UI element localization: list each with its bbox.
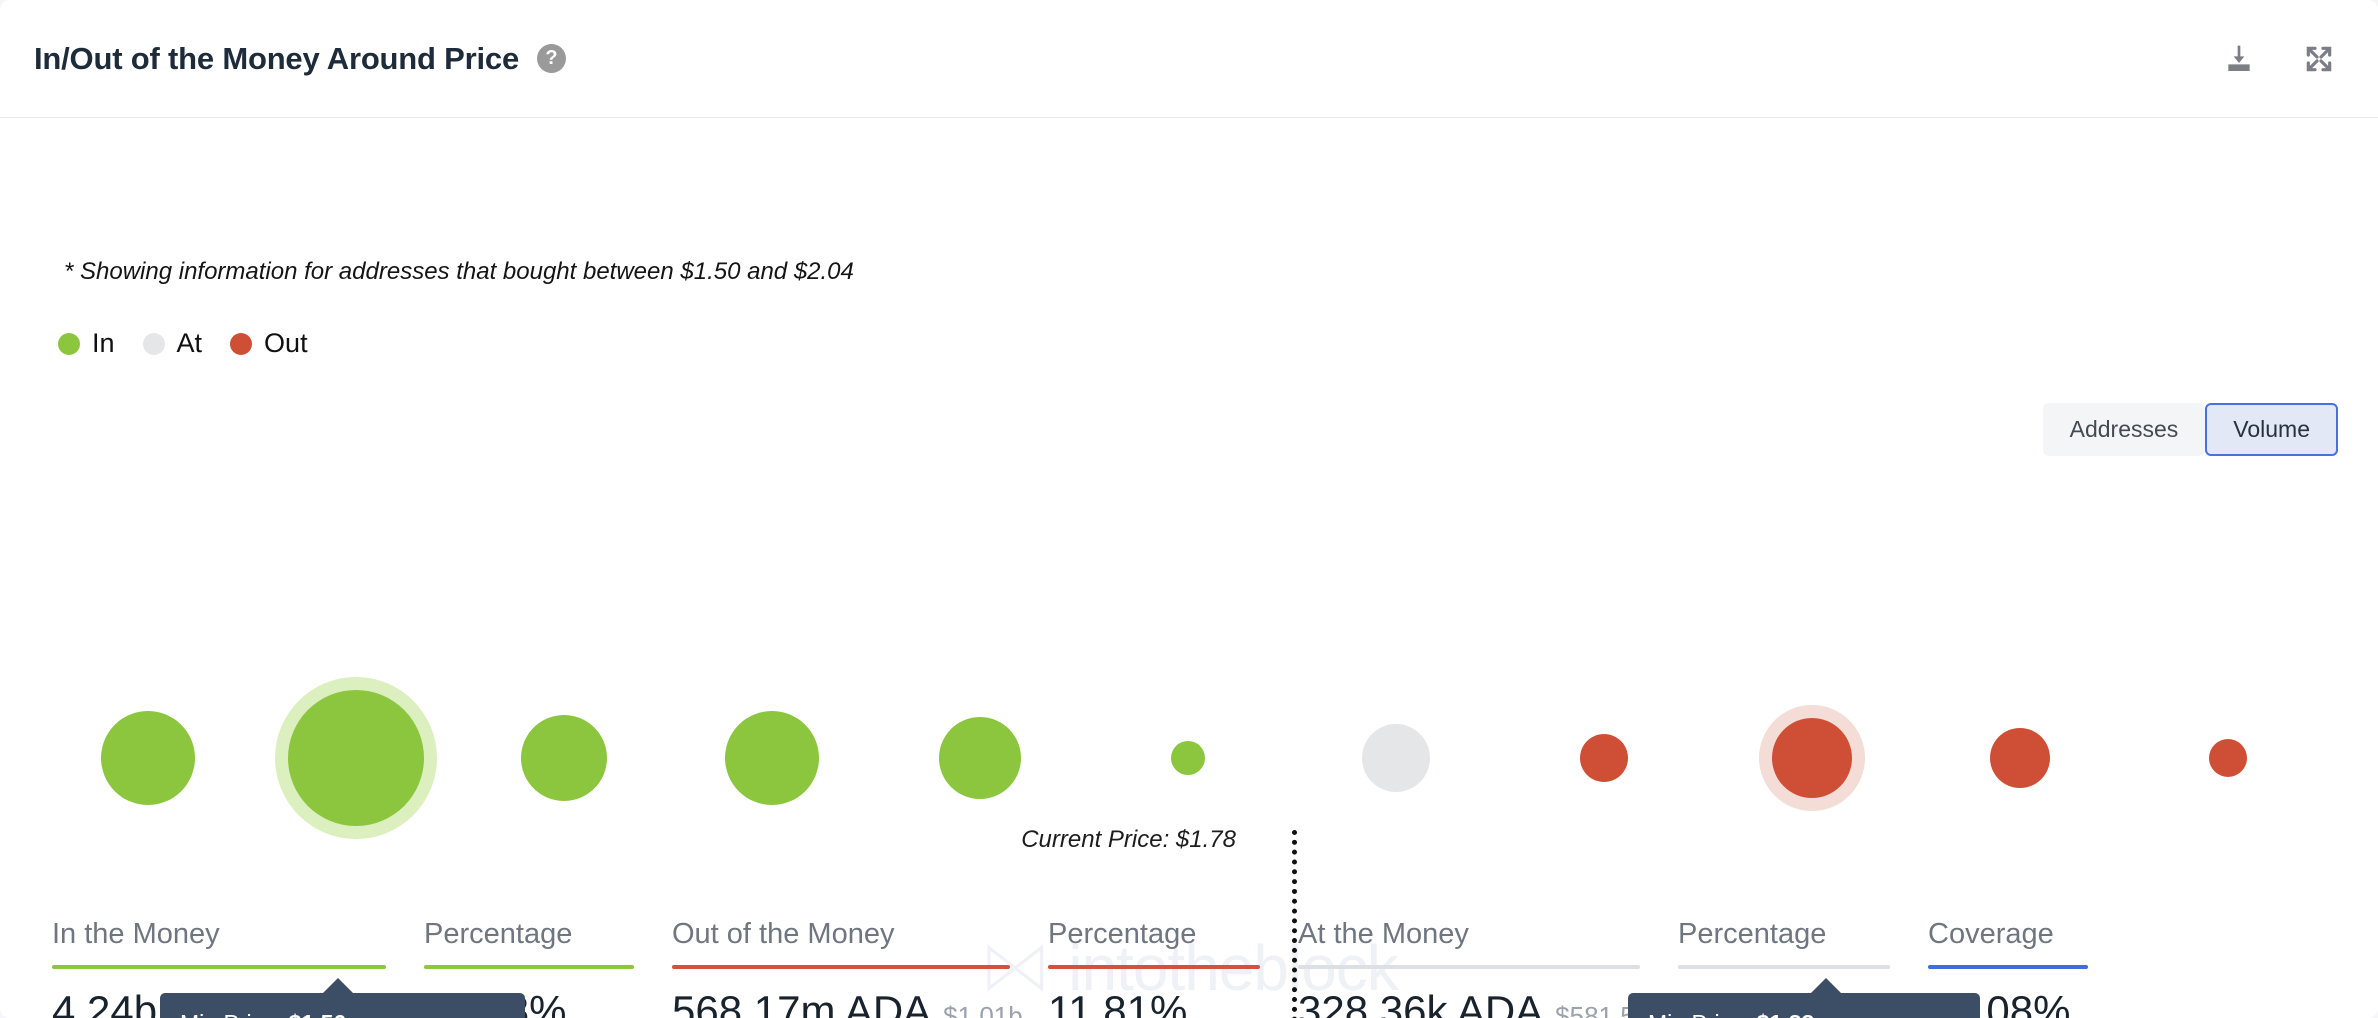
tooltip-bin-2: Min Price: $1.56 Max Price: $1.61 Averag… bbox=[160, 978, 525, 1018]
range-note: * Showing information for addresses that… bbox=[64, 258, 854, 285]
card-body: * Showing information for addresses that… bbox=[0, 118, 2378, 1018]
card-header: In/Out of the Money Around Price ? bbox=[0, 0, 2378, 118]
legend-label-at: At bbox=[176, 328, 203, 358]
bubble-out[interactable] bbox=[1772, 718, 1852, 798]
stat-value-row: 11.81% bbox=[1048, 987, 1298, 1018]
bubble-out[interactable] bbox=[2209, 739, 2247, 777]
stat-label: At the Money bbox=[1298, 918, 1469, 950]
tooltip-row-min-price: Min Price: $1.56 bbox=[180, 1007, 505, 1018]
bubble-in[interactable] bbox=[939, 717, 1021, 799]
bubble-in[interactable] bbox=[1171, 741, 1205, 775]
stat-label: Coverage bbox=[1928, 918, 2054, 950]
stat-label: Percentage bbox=[1048, 918, 1197, 950]
stat-label: Percentage bbox=[424, 918, 573, 950]
bubble-in[interactable] bbox=[725, 711, 819, 805]
stat-underline bbox=[1298, 965, 1640, 969]
expand-fullscreen-icon[interactable] bbox=[2302, 42, 2336, 76]
stat-subvalue: $1.01b bbox=[943, 1001, 1023, 1018]
stat-label: Percentage bbox=[1678, 918, 1827, 950]
legend-label-in: In bbox=[92, 328, 115, 358]
bubble-in[interactable] bbox=[521, 715, 607, 801]
legend-label-out: Out bbox=[264, 328, 308, 358]
chart-legend: In At Out bbox=[58, 328, 308, 359]
stat-value: 568.17m ADA bbox=[672, 987, 932, 1018]
in-out-of-money-card: In/Out of the Money Around Price ? * Sho… bbox=[0, 0, 2378, 1018]
page-title: In/Out of the Money Around Price bbox=[34, 40, 520, 76]
download-icon[interactable] bbox=[2222, 42, 2256, 76]
legend-item-at[interactable]: At bbox=[142, 328, 203, 359]
stat-label: Out of the Money bbox=[672, 918, 895, 950]
stat-out-of-the-money-2: Out of the Money 568.17m ADA $1.01b bbox=[672, 918, 1048, 1018]
tooltip-bin-10: Min Price: $1.88 Max Price: $1.93 Averag… bbox=[1628, 978, 1980, 1018]
bubble-at[interactable] bbox=[1362, 724, 1430, 792]
stat-underline bbox=[1678, 965, 1890, 969]
stat-underline bbox=[52, 965, 386, 969]
tooltip-row-min-price: Min Price: $1.88 bbox=[1648, 1007, 1960, 1018]
legend-item-out[interactable]: Out bbox=[230, 328, 308, 359]
stat-underline bbox=[424, 965, 634, 969]
stat-value-row: 568.17m ADA $1.01b bbox=[672, 987, 1048, 1018]
stat-underline bbox=[1928, 965, 2088, 969]
stat-underline bbox=[672, 965, 1010, 969]
bubble-out[interactable] bbox=[1990, 728, 2050, 788]
legend-dot-out bbox=[230, 332, 253, 355]
bubble-in[interactable] bbox=[101, 711, 195, 805]
stat-underline bbox=[1048, 965, 1260, 969]
legend-item-in[interactable]: In bbox=[58, 328, 115, 359]
bubble-in[interactable] bbox=[288, 690, 424, 826]
stat-label: In the Money bbox=[52, 918, 220, 950]
stat-percentage-3: Percentage 11.81% bbox=[1048, 918, 1298, 1018]
bubble-plot: intotheblock $1.50to$1.56$1.56to$1.61$1.… bbox=[0, 448, 2378, 1018]
stat-at-the-money-4: At the Money 328.36k ADA $581.53k bbox=[1298, 918, 1678, 1018]
title-group: In/Out of the Money Around Price ? bbox=[34, 40, 567, 77]
legend-dot-in bbox=[58, 332, 80, 355]
stat-value: 328.36k ADA bbox=[1298, 987, 1544, 1018]
header-actions bbox=[2222, 42, 2336, 76]
stat-value-row: 328.36k ADA $581.53k bbox=[1298, 987, 1678, 1018]
question-mark-icon[interactable]: ? bbox=[537, 44, 567, 73]
current-price-label: Current Price: $1.78 bbox=[1021, 826, 1236, 853]
bubble-out[interactable] bbox=[1580, 734, 1628, 782]
legend-dot-at bbox=[142, 332, 165, 355]
stat-value: 11.81% bbox=[1048, 987, 1188, 1018]
